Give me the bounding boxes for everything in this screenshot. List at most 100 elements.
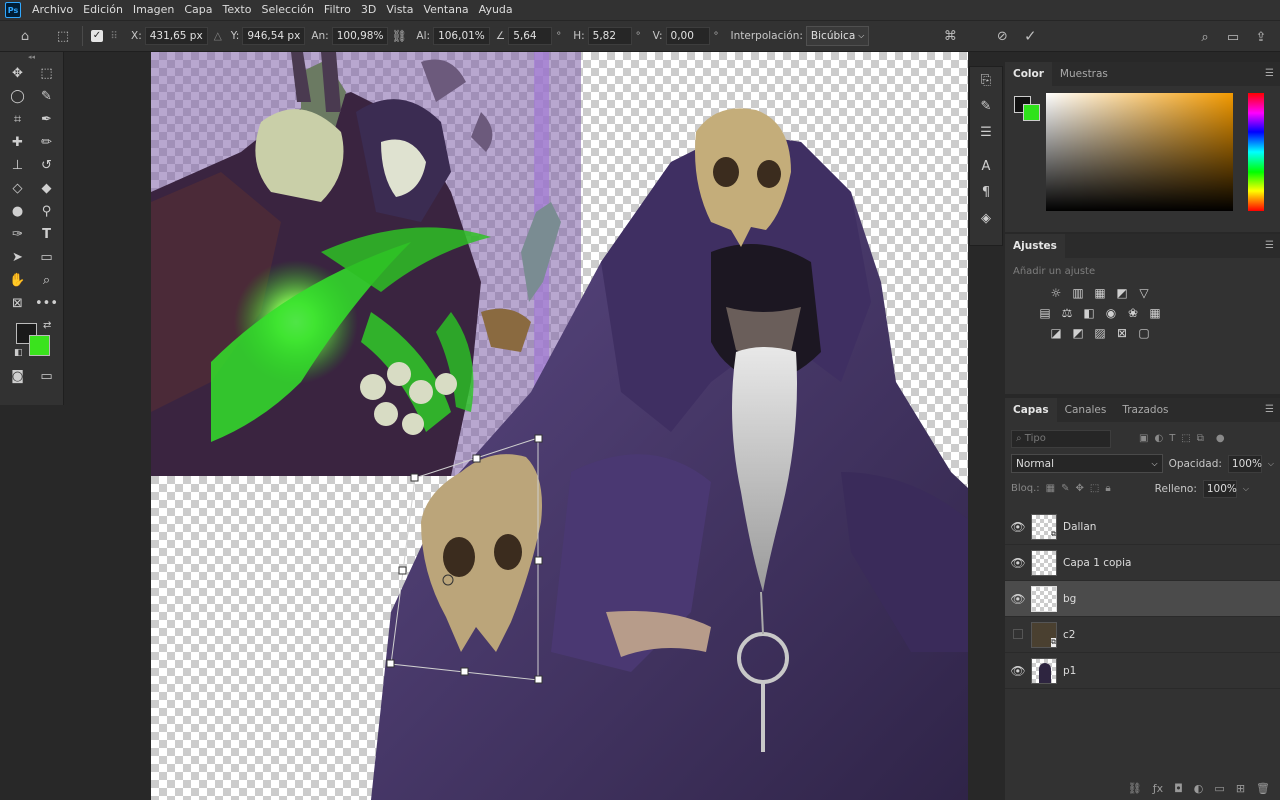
color-field[interactable]: [1046, 93, 1233, 211]
document-canvas[interactable]: [151, 52, 968, 800]
screen-mode-icon[interactable]: ▭: [35, 365, 58, 388]
y-input[interactable]: 946,54 px: [242, 27, 306, 45]
photoshop-logo[interactable]: Ps: [5, 2, 21, 18]
layer-row-dallan[interactable]: 👁︎ ⧉ Dallan: [1005, 509, 1280, 545]
menu-capa[interactable]: Capa: [179, 0, 217, 20]
share-icon[interactable]: ⇪: [1250, 26, 1272, 48]
menu-imagen[interactable]: Imagen: [128, 0, 179, 20]
eye-icon[interactable]: 👁︎: [1005, 592, 1031, 606]
layer-row-capa-1-copia[interactable]: 👁︎ Capa 1 copia: [1005, 545, 1280, 581]
menu-edicion[interactable]: Edición: [78, 0, 128, 20]
add-mask-icon[interactable]: ◘: [1174, 782, 1183, 795]
tab-capas[interactable]: Capas: [1005, 398, 1057, 422]
levels-icon[interactable]: ▥: [1070, 285, 1086, 301]
posterize-icon[interactable]: ◩: [1070, 325, 1086, 341]
link-layers-icon[interactable]: ⛓: [1128, 782, 1142, 795]
vibrance-icon[interactable]: ▽: [1136, 285, 1152, 301]
photo-filter-icon[interactable]: ◉: [1103, 305, 1119, 321]
frame-tool-icon[interactable]: ⊠: [6, 292, 29, 315]
crop-tool-icon[interactable]: ⌗: [6, 108, 29, 131]
menu-ayuda[interactable]: Ayuda: [474, 0, 518, 20]
delta-icon[interactable]: △: [214, 30, 222, 42]
panel-grip[interactable]: ◂◂: [0, 52, 63, 62]
default-colors-icon[interactable]: ◧: [14, 348, 23, 358]
layer-row-c2[interactable]: ⧉ c2: [1005, 617, 1280, 653]
lock-image-icon[interactable]: ✎: [1061, 483, 1069, 494]
commit-transform-icon[interactable]: ✓: [1019, 25, 1041, 47]
transform-handle[interactable]: [410, 473, 419, 482]
eyedropper-tool-icon[interactable]: ✒: [35, 108, 58, 131]
v-skew-input[interactable]: 0,00: [665, 27, 710, 45]
zoom-tool-icon[interactable]: ⌕: [35, 269, 58, 292]
canvas-area[interactable]: [65, 52, 968, 800]
adjustment-layer-icon[interactable]: ◐: [1194, 782, 1204, 795]
hand-tool-icon[interactable]: ✋: [6, 269, 29, 292]
new-group-icon[interactable]: ▭: [1214, 782, 1224, 795]
transform-handle[interactable]: [534, 675, 543, 684]
lock-artboard-icon[interactable]: ⬚: [1090, 483, 1099, 494]
layer-row-p1[interactable]: 👁︎ p1: [1005, 653, 1280, 689]
paragraph-panel-icon[interactable]: ¶: [970, 179, 1002, 205]
angle-input[interactable]: 5,64: [508, 27, 553, 45]
black-white-icon[interactable]: ◧: [1081, 305, 1097, 321]
character-panel-icon[interactable]: A: [970, 153, 1002, 179]
filter-pixel-icon[interactable]: ▣: [1139, 433, 1148, 444]
rectangle-tool-icon[interactable]: ▭: [35, 246, 58, 269]
lock-position-icon[interactable]: ✥: [1076, 483, 1084, 494]
blur-tool-icon[interactable]: ●: [6, 200, 29, 223]
warp-mode-icon[interactable]: ⌘: [939, 25, 961, 47]
menu-texto[interactable]: Texto: [218, 0, 257, 20]
marquee-tool-icon[interactable]: ⬚: [35, 62, 58, 85]
tab-color[interactable]: Color: [1005, 62, 1052, 86]
transform-handle[interactable]: [472, 454, 481, 463]
h-skew-input[interactable]: 5,82: [587, 27, 632, 45]
transform-handle[interactable]: [460, 667, 469, 676]
filter-shape-icon[interactable]: ⬚: [1181, 433, 1190, 444]
pen-tool-icon[interactable]: ✑: [6, 223, 29, 246]
layer-name[interactable]: c2: [1063, 629, 1075, 641]
lock-transparency-icon[interactable]: ▦: [1046, 483, 1055, 494]
layer-name[interactable]: bg: [1063, 593, 1076, 605]
history-panel-icon[interactable]: ⎘: [970, 67, 1002, 93]
layer-name[interactable]: p1: [1063, 665, 1076, 677]
width-input[interactable]: 100,98%: [331, 27, 389, 45]
delete-layer-icon[interactable]: 🗑︎: [1256, 782, 1270, 795]
tab-muestras[interactable]: Muestras: [1052, 62, 1116, 86]
layer-name[interactable]: Capa 1 copia: [1063, 557, 1131, 569]
curves-icon[interactable]: ▦: [1092, 285, 1108, 301]
menu-archivo[interactable]: Archivo: [27, 0, 78, 20]
quick-selection-tool-icon[interactable]: ✎: [35, 85, 58, 108]
brush-tool-icon[interactable]: ✏: [35, 131, 58, 154]
eye-icon[interactable]: 👁︎: [1005, 664, 1031, 678]
move-tool-icon[interactable]: ✥: [6, 62, 29, 85]
transform-handle[interactable]: [386, 659, 395, 668]
link-icon[interactable]: ⛓: [388, 25, 410, 47]
panel-menu-icon[interactable]: ☰: [1265, 240, 1274, 251]
invert-icon[interactable]: ◪: [1048, 325, 1064, 341]
layer-filter-input[interactable]: ⌕ Tipo: [1011, 429, 1111, 448]
filter-toggle-icon[interactable]: ●: [1216, 433, 1225, 444]
tab-ajustes[interactable]: Ajustes: [1005, 234, 1065, 258]
background-color-chip[interactable]: [1023, 104, 1040, 121]
hue-slider[interactable]: [1248, 93, 1264, 211]
tab-trazados[interactable]: Trazados: [1114, 398, 1176, 422]
properties-icon[interactable]: ☰: [970, 119, 1002, 145]
chevron-down-icon[interactable]: ⌵: [1268, 459, 1274, 469]
menu-filtro[interactable]: Filtro: [319, 0, 356, 20]
x-input[interactable]: 431,65 px: [144, 27, 208, 45]
fill-input[interactable]: 100%: [1202, 479, 1237, 498]
reference-point-grid-icon[interactable]: ⠿: [103, 25, 125, 47]
background-color-swatch[interactable]: [29, 335, 50, 356]
transform-handle[interactable]: [398, 566, 407, 575]
clone-stamp-tool-icon[interactable]: ⊥: [6, 154, 29, 177]
hue-saturation-icon[interactable]: ▤: [1037, 305, 1053, 321]
gradient-map-icon[interactable]: ▢: [1136, 325, 1152, 341]
filter-type-icon[interactable]: T: [1169, 433, 1175, 444]
chevron-down-icon[interactable]: ⌵: [1243, 484, 1249, 494]
quick-mask-icon[interactable]: ◙: [6, 365, 29, 388]
brush-settings-icon[interactable]: ✎: [970, 93, 1002, 119]
interpolation-select[interactable]: Bicúbica ⌵: [805, 26, 870, 46]
transform-tool-icon[interactable]: ⬚: [52, 25, 74, 47]
layer-row-bg[interactable]: 👁︎ bg: [1005, 581, 1280, 617]
selective-color-icon[interactable]: ⊠: [1114, 325, 1130, 341]
